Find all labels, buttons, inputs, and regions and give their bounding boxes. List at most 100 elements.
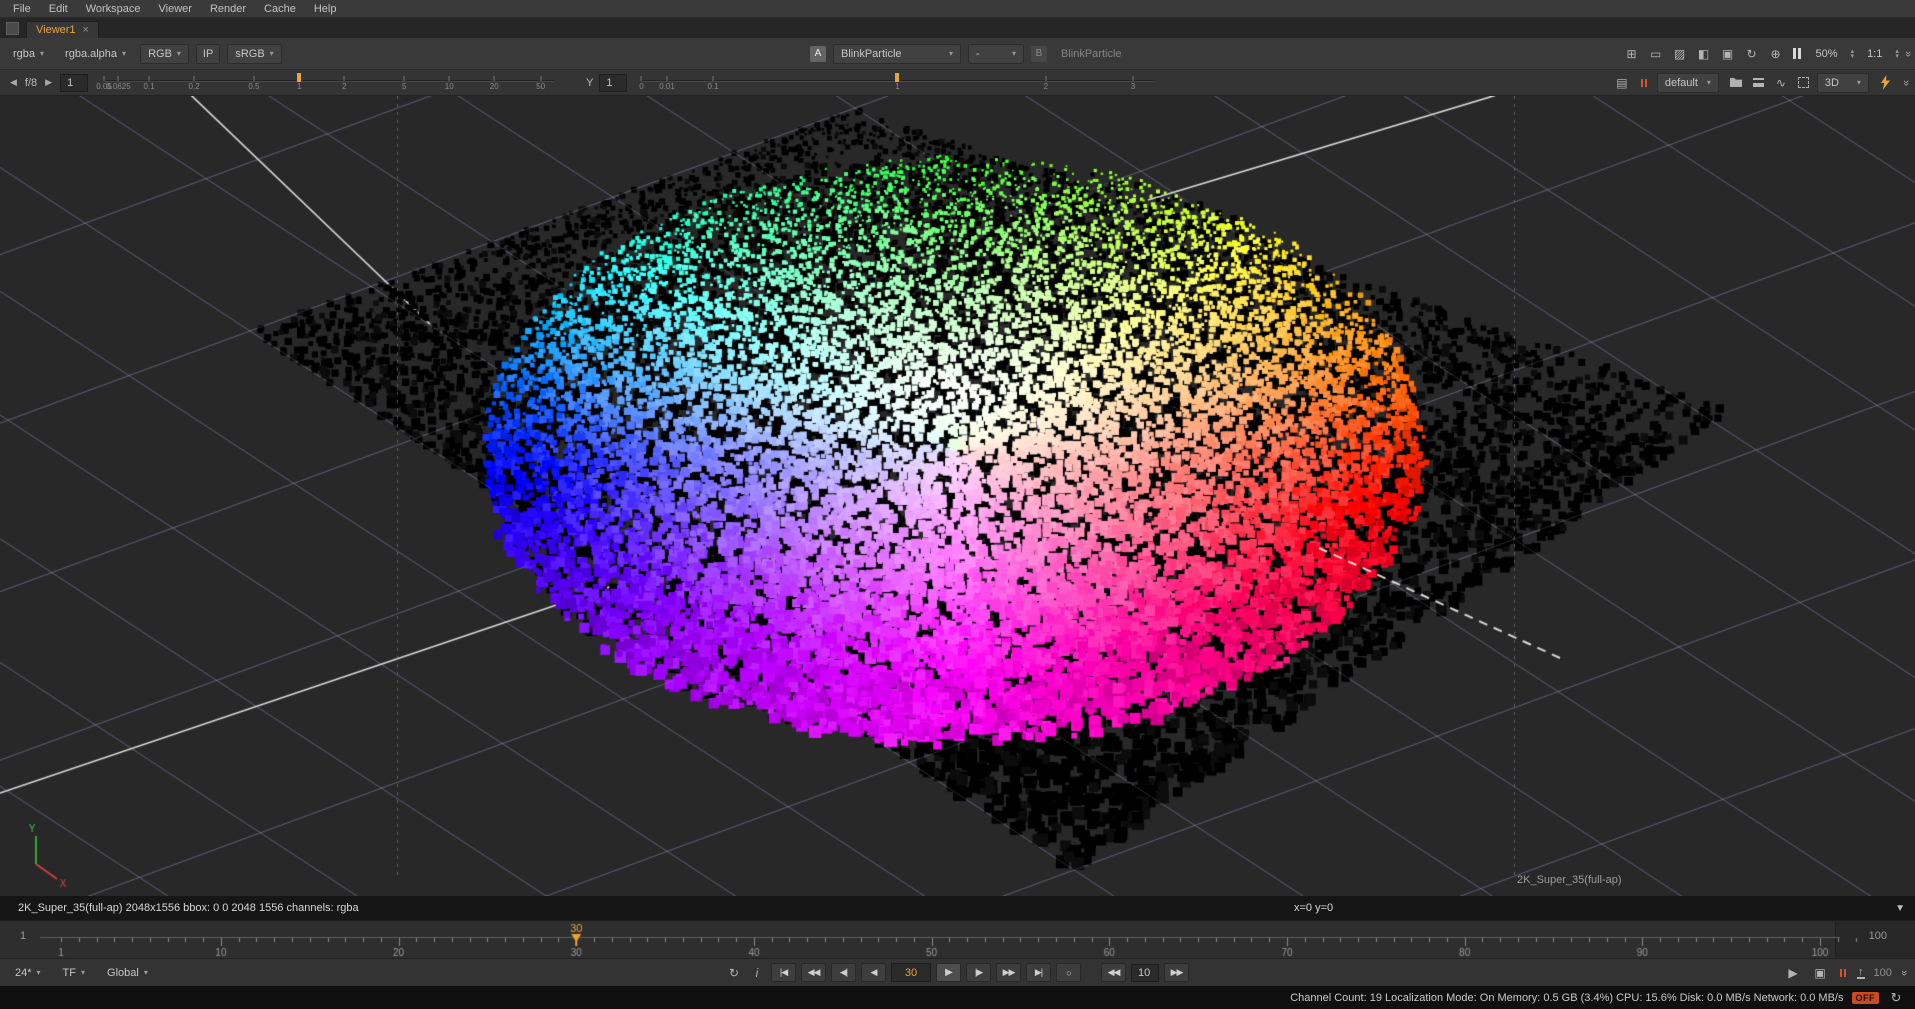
playback-bar: 24*▾ TF▾ Global▾ ↻ i |◀ ◀◀ ◀| ◀ 30 ▶ |▶ …: [0, 958, 1915, 986]
input-process-button[interactable]: IP: [196, 44, 220, 64]
aspect-steppers[interactable]: ▴▾: [1895, 49, 1899, 59]
pause-icon[interactable]: [1791, 45, 1803, 63]
stripes-icon[interactable]: ▨: [1671, 45, 1689, 63]
gain-slider[interactable]: 0.06250.050.10.20.5125102050: [104, 72, 554, 94]
slider-tick: [149, 76, 150, 81]
status-text: Channel Count: 19 Localization Mode: On …: [1290, 992, 1843, 1004]
panel-icon[interactable]: ▤: [1613, 74, 1631, 92]
jump-forward-button[interactable]: ▶▶: [1164, 963, 1189, 982]
status-bar: Channel Count: 19 Localization Mode: On …: [0, 986, 1915, 1009]
jump-back-button[interactable]: ◀◀: [1101, 963, 1126, 982]
overflow-chevron-icon[interactable]: »: [1902, 50, 1914, 56]
status-off-badge[interactable]: OFF: [1852, 992, 1880, 1004]
gamma-slider[interactable]: 00.010.1123: [641, 72, 1153, 94]
timeline-ruler[interactable]: [0, 921, 1915, 959]
slider-tick: [344, 76, 345, 81]
playback-range-end: 100: [1874, 967, 1892, 979]
refresh-icon[interactable]: ↻: [1743, 45, 1761, 63]
loop-play-icon[interactable]: ↻: [725, 964, 743, 982]
wipe-mode-select[interactable]: -▾: [968, 44, 1024, 64]
view-mode-select[interactable]: 3D▾: [1817, 73, 1869, 93]
overflow-chevron-icon[interactable]: »: [1900, 79, 1912, 85]
chevron-down-icon: ▾: [177, 49, 181, 58]
export-icon[interactable]: ↑: [1857, 967, 1865, 979]
gain-value-field[interactable]: 1: [60, 74, 88, 92]
slider-marker[interactable]: [297, 73, 301, 82]
step-back-button[interactable]: ◀|: [831, 963, 856, 982]
frame-increment-field[interactable]: 10: [1131, 964, 1159, 982]
info-caret-icon[interactable]: ▼: [1895, 903, 1905, 914]
range-start-field[interactable]: 1: [20, 930, 26, 942]
slider-tick-label: 2: [1044, 82, 1048, 91]
gain-next-button[interactable]: ▶: [43, 77, 54, 88]
loop-mode-button[interactable]: ○: [1056, 963, 1081, 982]
play-backward-button[interactable]: ◀: [861, 963, 886, 982]
menu-item-render[interactable]: Render: [201, 2, 255, 16]
fps-select[interactable]: 24*▾: [8, 963, 48, 983]
alpha-channel-select[interactable]: rgba.alpha▾: [58, 44, 133, 64]
chevron-down-icon: ▾: [1707, 78, 1711, 87]
slider-tick-label: 5: [402, 82, 406, 91]
curve-icon[interactable]: ∿: [1772, 74, 1790, 92]
list-icon[interactable]: [1753, 78, 1764, 87]
zoom-steppers[interactable]: ▴▾: [1851, 49, 1855, 59]
gamma-value-field[interactable]: 1: [599, 74, 627, 92]
layer-select[interactable]: rgba▾: [6, 44, 51, 64]
viewport-3d-canvas[interactable]: [0, 96, 1915, 896]
step-forward-button[interactable]: |▶: [966, 963, 991, 982]
menu-item-help[interactable]: Help: [305, 2, 346, 16]
folder-icon[interactable]: [1727, 74, 1745, 92]
viewer-process-select[interactable]: default▾: [1657, 73, 1719, 93]
input-b-select[interactable]: BlinkParticle: [1054, 44, 1129, 64]
display-mode-select[interactable]: RGB▾: [140, 44, 189, 64]
slider-tick: [449, 76, 450, 81]
marquee-icon[interactable]: [1798, 77, 1809, 88]
slider-tick-label: 20: [490, 82, 499, 91]
pane-layout-icon[interactable]: [6, 22, 19, 35]
refresh-status-icon[interactable]: ↻: [1887, 989, 1905, 1007]
tf-select[interactable]: TF▾: [56, 963, 92, 983]
overlay-icon[interactable]: ⊞: [1623, 45, 1641, 63]
slider-tick: [667, 76, 668, 81]
slider-tick: [253, 76, 254, 81]
menu-item-viewer[interactable]: Viewer: [150, 2, 201, 16]
roi-icon[interactable]: ⊕: [1767, 45, 1785, 63]
goto-end-button[interactable]: ▶|: [1026, 963, 1051, 982]
prev-keyframe-button[interactable]: ◀◀: [801, 963, 826, 982]
tab-viewer1[interactable]: Viewer1 ×: [26, 21, 99, 38]
colorspace-select[interactable]: sRGB▾: [227, 44, 281, 64]
fullscreen-icon[interactable]: ▣: [1811, 964, 1829, 982]
ab-split-icon[interactable]: ◧: [1695, 45, 1713, 63]
slider-marker[interactable]: [895, 73, 899, 82]
checker-icon[interactable]: ▣: [1719, 45, 1737, 63]
input-a-select[interactable]: BlinkParticle▾: [833, 44, 961, 64]
menu-item-cache[interactable]: Cache: [255, 2, 305, 16]
frame-info-icon[interactable]: i: [748, 964, 766, 982]
tab-close-icon[interactable]: ×: [83, 24, 89, 36]
next-keyframe-button[interactable]: ▶▶: [996, 963, 1021, 982]
format-guides-icon[interactable]: ▭: [1647, 45, 1665, 63]
range-end-field[interactable]: 100: [1869, 930, 1887, 942]
menu-item-file[interactable]: File: [4, 2, 40, 16]
pixel-aspect-button[interactable]: 1:1: [1860, 44, 1889, 64]
cache-indicator-icon[interactable]: [1838, 964, 1848, 982]
format-label: 2K_Super_35(full-ap): [1517, 874, 1622, 886]
overflow-chevron-icon[interactable]: »: [1898, 969, 1910, 975]
slider-tick: [540, 76, 541, 81]
slider-tick-label: 0: [639, 82, 643, 91]
goto-start-button[interactable]: |◀: [771, 963, 796, 982]
range-mode-select[interactable]: Global▾: [100, 963, 155, 983]
lightning-icon[interactable]: [1877, 74, 1895, 92]
pause-indicator-small-icon[interactable]: [1639, 74, 1649, 92]
play-forward-button[interactable]: ▶: [936, 963, 961, 982]
gain-prev-button[interactable]: ◀: [8, 77, 19, 88]
menu-item-workspace[interactable]: Workspace: [77, 2, 150, 16]
slider-tick-label: 0.5: [248, 82, 259, 91]
slider-tick: [404, 76, 405, 81]
slider-tick-label: 1: [297, 82, 301, 91]
menu-item-edit[interactable]: Edit: [40, 2, 77, 16]
zoom-select[interactable]: 50%: [1809, 44, 1845, 64]
flipbook-play-icon[interactable]: ▶: [1784, 964, 1802, 982]
chevron-down-icon: ▾: [40, 49, 44, 58]
current-frame-field[interactable]: 30: [891, 963, 931, 982]
